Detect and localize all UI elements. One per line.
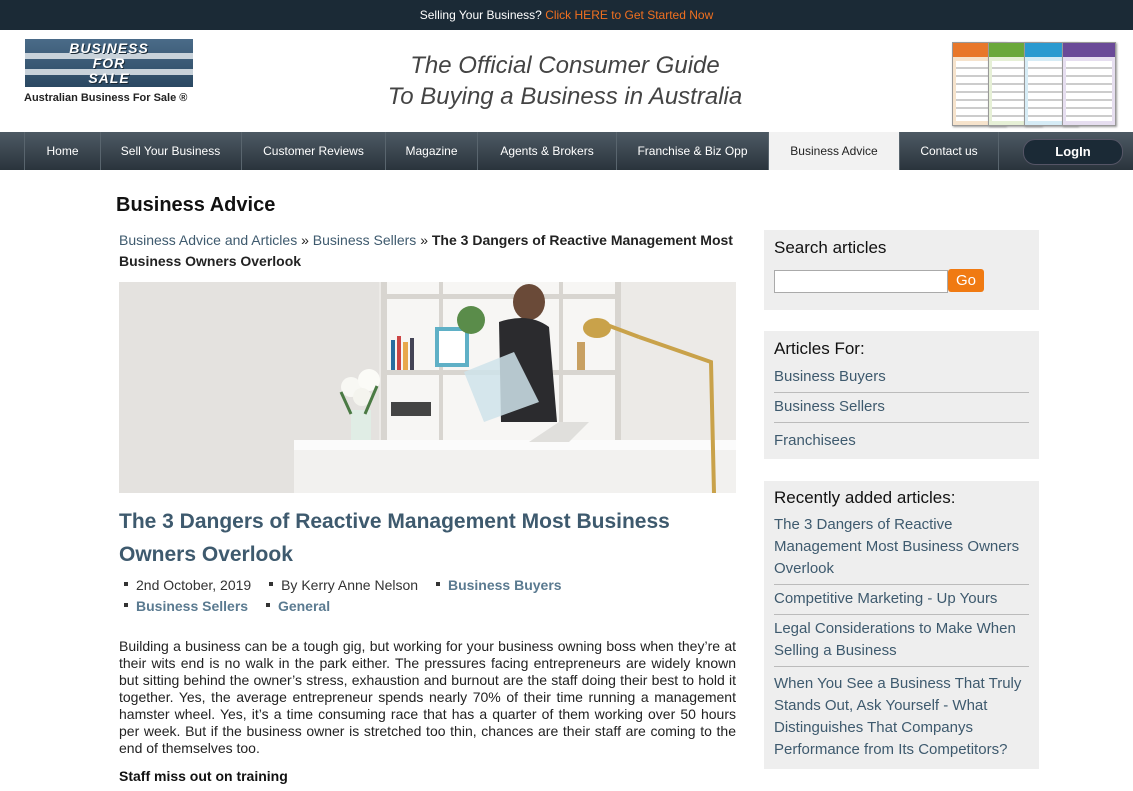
login-button[interactable]: LogIn [1023,139,1123,165]
search-articles-panel: Search articles Go [764,230,1039,310]
breadcrumb-advice-link[interactable]: Business Advice and Articles [119,232,297,248]
category-business-sellers[interactable]: Business Sellers [136,598,248,614]
recent-article-item[interactable]: The 3 Dangers of Reactive Management Mos… [774,511,1029,585]
search-articles-title: Search articles [774,238,887,257]
breadcrumb-sellers-link[interactable]: Business Sellers [313,232,417,248]
nav-contact-us[interactable]: Contact us [900,132,999,170]
article-subheading: Staff miss out on training [119,768,288,784]
recent-articles-panel: Recently added articles: The 3 Dangers o… [764,481,1039,769]
recent-article-link[interactable]: Legal Considerations to Make When Sellin… [774,620,1016,659]
articles-for-link-buyers[interactable]: Business Buyers [774,368,886,385]
recent-article-item[interactable]: Competitive Marketing - Up Yours [774,585,1029,615]
nav-business-advice[interactable]: Business Advice [769,132,900,170]
article-author: By Kerry Anne Nelson [269,575,418,596]
breadcrumb-separator: » [420,232,428,248]
nav-customer-reviews[interactable]: Customer Reviews [242,132,386,170]
page-title: Business Advice [116,194,276,216]
nav-agents-brokers[interactable]: Agents & Brokers [478,132,617,170]
articles-for-link-franchisees[interactable]: Franchisees [774,432,856,449]
article-meta: 2nd October, 2019 By Kerry Anne Nelson B… [124,575,744,617]
nav-franchise-biz-opp[interactable]: Franchise & Biz Opp [617,132,769,170]
promo-bar: Selling Your Business? Click HERE to Get… [0,0,1133,30]
tagline-line-1: The Official Consumer Guide [410,52,720,79]
recent-article-link[interactable]: When You See a Business That Truly Stand… [774,675,1021,758]
nav-sell-your-business[interactable]: Sell Your Business [100,132,242,170]
tagline-line-2: To Buying a Business in Australia [387,83,743,110]
search-go-button[interactable]: Go [948,269,984,292]
recent-article-item[interactable]: When You See a Business That Truly Stand… [774,667,1029,765]
articles-for-item[interactable]: Business Sellers [774,393,1029,423]
logo-text-business: BUSINESS [69,40,149,56]
promo-text: Selling Your Business? [419,8,542,22]
logo-text-for: FOR [92,55,126,71]
site-header: BUSINESS FOR SALE Australian Business Fo… [0,30,1133,132]
recent-articles-title: Recently added articles: [774,488,956,507]
site-logo[interactable]: BUSINESS FOR SALE [25,39,193,87]
nav-home[interactable]: Home [24,132,101,170]
category-general[interactable]: General [278,598,330,614]
articles-for-item[interactable]: Franchisees [774,423,1029,456]
category-business-buyers[interactable]: Business Buyers [448,577,562,593]
articles-for-link-sellers[interactable]: Business Sellers [774,398,885,415]
recent-article-link[interactable]: The 3 Dangers of Reactive Management Mos… [774,516,1019,577]
nav-magazine[interactable]: Magazine [386,132,478,170]
article-date: 2nd October, 2019 [124,575,251,596]
article-body: Building a business can be a tough gig, … [119,638,736,756]
breadcrumb: Business Advice and Articles » Business … [119,230,739,272]
article-hero-image [119,282,736,493]
recent-article-item[interactable]: Legal Considerations to Make When Sellin… [774,615,1029,667]
articles-for-panel: Articles For: Business Buyers Business S… [764,331,1039,459]
recent-articles-list: The 3 Dangers of Reactive Management Mos… [774,511,1029,765]
articles-for-title: Articles For: [774,339,865,358]
search-input[interactable] [774,270,948,293]
breadcrumb-separator: » [301,232,309,248]
article-title: The 3 Dangers of Reactive Management Mos… [119,510,670,566]
magazine-covers[interactable] [952,42,1118,126]
site-tagline: The Official Consumer Guide To Buying a … [360,50,770,112]
logo-text-sale: SALE [88,70,130,86]
logo-subtitle: Australian Business For Sale ® [24,92,188,104]
recent-article-link[interactable]: Competitive Marketing - Up Yours [774,590,997,607]
articles-for-list: Business Buyers Business Sellers Franchi… [774,363,1029,456]
main-nav: Home Sell Your Business Customer Reviews… [0,132,1133,170]
get-started-link[interactable]: Click HERE to Get Started Now [545,8,713,22]
articles-for-item[interactable]: Business Buyers [774,363,1029,393]
